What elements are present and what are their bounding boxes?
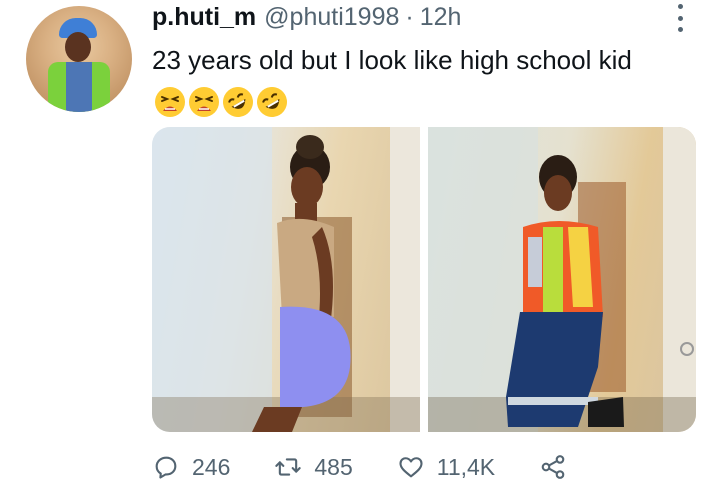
display-name[interactable]: p.huti_m [152,3,256,32]
tweet-photo-2[interactable] [428,127,696,432]
retweet-icon [275,458,302,476]
separator-dot: · [405,3,414,31]
avatar-face [65,32,91,62]
like-button[interactable]: 11,4K [397,453,495,481]
tweet-body: 23 years old but I look like high school… [152,45,632,75]
photo-1-illustration [152,127,420,432]
reply-count: 246 [192,453,231,480]
tweet-text: 23 years old but I look like high school… [152,40,692,120]
tweet-header: p.huti_m @phuti1998 · 12h [152,3,461,35]
tired-face-emoji [155,87,185,118]
profile-avatar[interactable] [26,6,132,112]
retweet-button[interactable]: 485 [274,453,353,481]
reply-icon [155,456,177,479]
photo-2-illustration [428,127,696,432]
retweet-count: 485 [314,453,353,480]
tweet-actions: 246 485 11,4K [152,450,611,484]
reply-button[interactable]: 246 [152,453,230,481]
rolling-on-floor-laughing-emoji [257,87,287,118]
rolling-on-floor-laughing-emoji [223,87,253,118]
tweet-time[interactable]: 12h [420,3,462,32]
tired-face-emoji [189,87,219,118]
avatar-shirt [66,62,92,112]
emoji-group [154,86,288,118]
tweet-photo-1[interactable] [152,127,420,432]
share-icon [541,455,565,479]
like-count: 11,4K [436,453,496,480]
user-handle[interactable]: @phuti1998 [264,3,399,32]
tweet-media [152,127,696,432]
share-button[interactable] [539,453,567,481]
more-options-icon[interactable] [672,4,688,32]
heart-icon [399,457,423,478]
